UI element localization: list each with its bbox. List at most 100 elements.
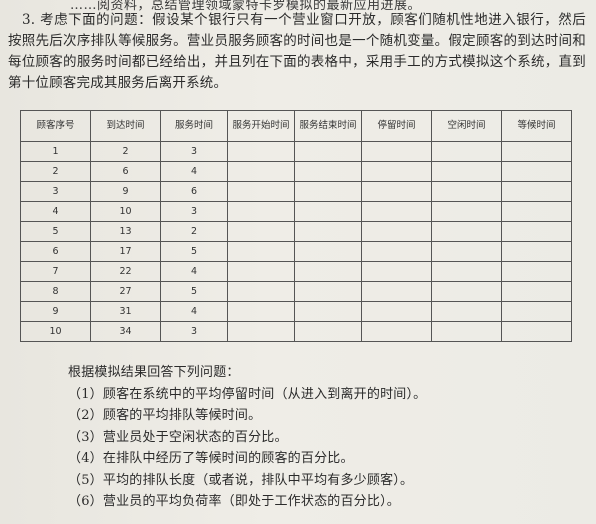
empty-cell bbox=[361, 241, 432, 262]
empty-cell bbox=[227, 181, 295, 202]
empty-cell bbox=[361, 261, 432, 282]
column-header: 停留时间 bbox=[361, 110, 432, 142]
table-cell: 22 bbox=[90, 261, 161, 282]
empty-cell bbox=[431, 161, 502, 182]
question-item: （1）顾客在系统中的平均停留时间（从进入到离开的时间）。 bbox=[68, 386, 427, 402]
table-row: 9 31 4 bbox=[20, 301, 572, 322]
empty-cell bbox=[361, 321, 432, 342]
table-cell: 3 bbox=[160, 321, 228, 342]
empty-cell bbox=[361, 221, 432, 242]
questions-intro: 根据模拟结果回答下列问题： bbox=[68, 365, 240, 380]
empty-cell bbox=[431, 221, 502, 242]
table-cell: 3 bbox=[160, 201, 228, 222]
table-row: 264 bbox=[20, 161, 572, 182]
problem-text: 考虑下面的问题：假设某个银行只有一个营业窗口开放，顾客们随机性地进入银行，然后按… bbox=[8, 12, 586, 91]
table-cell: 5 bbox=[160, 281, 228, 302]
simulation-table: 顾客序号 到达时间 服务时间 服务开始时间 服务结束时间 停留时间 空闲时间 等候时间 123… bbox=[20, 110, 572, 342]
empty-cell bbox=[227, 141, 295, 162]
empty-cell bbox=[227, 261, 295, 282]
table-cell: 13 bbox=[90, 221, 161, 242]
table-row: 7 22 4 bbox=[20, 261, 572, 282]
empty-cell bbox=[361, 201, 432, 222]
empty-cell bbox=[227, 221, 295, 242]
question-list: （1）顾客在系统中的平均停留时间（从进入到离开的时间）。 （2）顾客的平均排队等候… bbox=[68, 384, 426, 513]
empty-cell bbox=[501, 261, 572, 282]
empty-cell bbox=[501, 321, 572, 342]
empty-cell bbox=[361, 141, 432, 162]
empty-cell bbox=[431, 281, 502, 302]
table-cell: 4 bbox=[20, 201, 91, 222]
table-cell: 10 bbox=[90, 201, 161, 222]
empty-cell bbox=[431, 261, 502, 282]
empty-cell bbox=[431, 141, 502, 162]
empty-cell bbox=[431, 181, 502, 202]
table-cell: 27 bbox=[90, 281, 161, 302]
table-cell: 9 bbox=[90, 181, 161, 202]
empty-cell bbox=[294, 181, 362, 202]
empty-cell bbox=[227, 241, 295, 262]
empty-cell bbox=[294, 221, 362, 242]
empty-cell bbox=[361, 301, 432, 322]
table-cell: 10 bbox=[20, 321, 91, 342]
table-row: 4 10 3 bbox=[20, 201, 572, 222]
table-body: 1 2 3 2 6 4 3 9 6 4 10 3 5 13 2 6 17 5 7 22 4 8 27 5 9 31 4 10 34 3 bbox=[20, 141, 572, 342]
table-row: 6 17 5 bbox=[20, 241, 572, 262]
table-cell: 8 bbox=[20, 281, 91, 302]
table-cell: 6 bbox=[20, 241, 91, 262]
empty-cell bbox=[294, 241, 362, 262]
column-header: 服务时间 bbox=[160, 110, 228, 142]
column-header: 到达时间 bbox=[90, 110, 161, 142]
empty-cell bbox=[294, 261, 362, 282]
empty-cell bbox=[501, 181, 572, 202]
empty-cell bbox=[431, 201, 502, 222]
empty-cell bbox=[501, 301, 572, 322]
table-row: 396 bbox=[20, 181, 572, 202]
empty-cell bbox=[294, 321, 362, 342]
table-row: 8 27 5 bbox=[20, 281, 572, 302]
table-row: 10 34 3 bbox=[20, 321, 572, 342]
questions-section: 根据模拟结果回答下列问题： （1）顾客在系统中的平均停留时间（从进入到离开的时间… bbox=[68, 362, 426, 513]
empty-cell bbox=[501, 141, 572, 162]
empty-cell bbox=[501, 161, 572, 182]
table-cell: 5 bbox=[20, 221, 91, 242]
column-header: 服务结束时间 bbox=[294, 110, 362, 142]
table-cell: 2 bbox=[160, 221, 228, 242]
problem-statement: 3. 考虑下面的问题：假设某个银行只有一个营业窗口开放，顾客们随机性地进入银行，… bbox=[8, 10, 586, 94]
table-cell: 7 bbox=[20, 261, 91, 282]
column-header: 服务开始时间 bbox=[227, 110, 295, 142]
empty-cell bbox=[227, 161, 295, 182]
empty-cell bbox=[227, 281, 295, 302]
table-cell: 2 bbox=[90, 141, 161, 162]
empty-cell bbox=[294, 161, 362, 182]
table-row: 5 13 2 bbox=[20, 221, 572, 242]
empty-cell bbox=[227, 201, 295, 222]
textbook-page: ……阅资料，总结管理领域蒙特卡罗模拟的最新应用进展。 3. 考虑下面的问题：假设… bbox=[0, 0, 596, 524]
empty-cell bbox=[501, 201, 572, 222]
empty-cell bbox=[227, 321, 295, 342]
table-cell: 3 bbox=[160, 141, 228, 162]
column-header: 空闲时间 bbox=[431, 110, 502, 142]
column-header: 等候时间 bbox=[501, 110, 572, 142]
problem-number: 3. bbox=[22, 12, 36, 28]
table-cell: 1 bbox=[20, 141, 91, 162]
table-header-row: 顾客序号 到达时间 服务时间 服务开始时间 服务结束时间 停留时间 空闲时间 等候时间 bbox=[20, 110, 572, 142]
empty-cell bbox=[501, 241, 572, 262]
question-item: （6）营业员的平均负荷率（即处于工作状态的百分比）。 bbox=[68, 494, 400, 509]
question-item: （4）在排队中经历了等候时间的顾客的百分比。 bbox=[68, 451, 354, 466]
table-cell: 4 bbox=[160, 261, 228, 282]
table-cell: 2 bbox=[20, 161, 91, 182]
empty-cell bbox=[294, 281, 362, 302]
table-cell: 6 bbox=[160, 181, 228, 202]
table-cell: 4 bbox=[160, 301, 228, 322]
question-item: （5）平均的排队长度（或者说，排队中平均有多少顾客）。 bbox=[68, 472, 414, 488]
empty-cell bbox=[431, 241, 502, 262]
empty-cell bbox=[227, 301, 295, 322]
empty-cell bbox=[431, 301, 502, 322]
empty-cell bbox=[431, 321, 502, 342]
empty-cell bbox=[294, 301, 362, 322]
table-cell: 3 bbox=[20, 181, 91, 202]
column-header: 顾客序号 bbox=[20, 110, 91, 142]
table-cell: 6 bbox=[90, 161, 161, 182]
table-header: 顾客序号 到达时间 服务时间 服务开始时间 服务结束时间 停留时间 空闲时间 等候时间 bbox=[20, 110, 572, 142]
table-cell: 17 bbox=[90, 241, 161, 262]
